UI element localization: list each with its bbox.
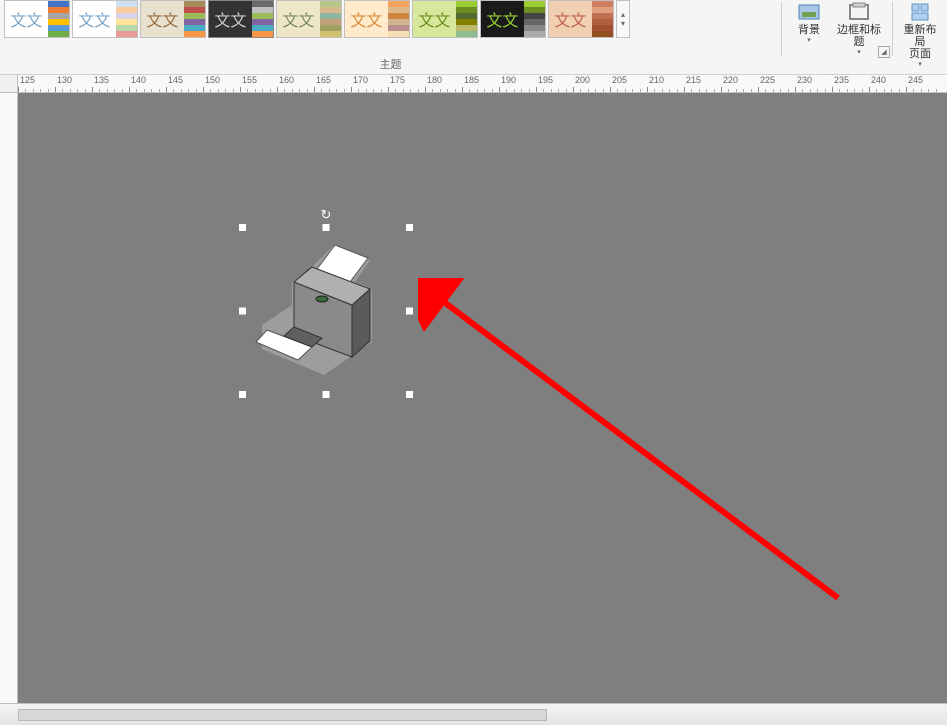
themes-group-label: 主题 [0,42,781,72]
relayout-page-button[interactable]: 重新布局 页面 ▾ [899,0,941,70]
ribbon: 文文文文文文文文文文文文文文文文文文▴▾ 主题 背景 ▾ 边框和标题 ▾ 背景 … [0,0,947,75]
theme-gallery: 文文文文文文文文文文文文文文文文文文▴▾ [0,0,781,42]
theme-gallery-more-button[interactable]: ▴▾ [616,0,630,38]
workspace: ↻ [0,93,947,703]
theme-thumbnail[interactable]: 文文 [72,0,138,38]
ruler-corner [0,75,18,93]
chevron-down-icon: ▾ [918,60,922,68]
resize-handle[interactable] [406,224,413,231]
horizontal-ruler: 1251301351401451501551601651701751801851… [0,75,947,93]
vertical-ruler [0,93,18,703]
dialog-launcher[interactable]: ◢ [878,46,890,58]
rotation-handle-icon[interactable]: ↻ [321,207,332,223]
resize-handle[interactable] [239,224,246,231]
layout-group: 重新布局 页面 ▾ 版式 [893,0,947,74]
horizontal-scrollbar[interactable] [18,709,547,721]
background-group: 背景 ▾ 边框和标题 ▾ 背景 ◢ [782,0,892,74]
resize-handle[interactable] [239,391,246,398]
theme-thumbnail[interactable]: 文文 [548,0,614,38]
selected-object[interactable]: ↻ [242,227,410,395]
chevron-down-icon: ▾ [807,36,811,44]
background-button[interactable]: 背景 ▾ [788,0,830,58]
resize-handle[interactable] [406,308,413,315]
theme-thumbnail[interactable]: 文文 [344,0,410,38]
resize-handle[interactable] [239,308,246,315]
theme-thumbnail[interactable]: 文文 [140,0,206,38]
resize-handle[interactable] [323,391,330,398]
relayout-icon [908,2,932,22]
canvas[interactable]: ↻ [18,93,947,703]
resize-handle[interactable] [323,224,330,231]
printer-clipart-icon[interactable] [242,227,410,395]
background-icon [797,2,821,22]
resize-handle[interactable] [406,391,413,398]
theme-thumbnail[interactable]: 文文 [208,0,274,38]
theme-thumbnail[interactable]: 文文 [480,0,546,38]
annotation-arrow-icon [418,278,858,608]
themes-group: 文文文文文文文文文文文文文文文文文文▴▾ 主题 [0,0,781,74]
theme-thumbnail[interactable]: 文文 [412,0,478,38]
theme-thumbnail[interactable]: 文文 [4,0,70,38]
border-title-icon [847,2,871,22]
theme-thumbnail[interactable]: 文文 [276,0,342,38]
status-bar [0,703,947,725]
chevron-down-icon: ▾ [857,48,861,56]
